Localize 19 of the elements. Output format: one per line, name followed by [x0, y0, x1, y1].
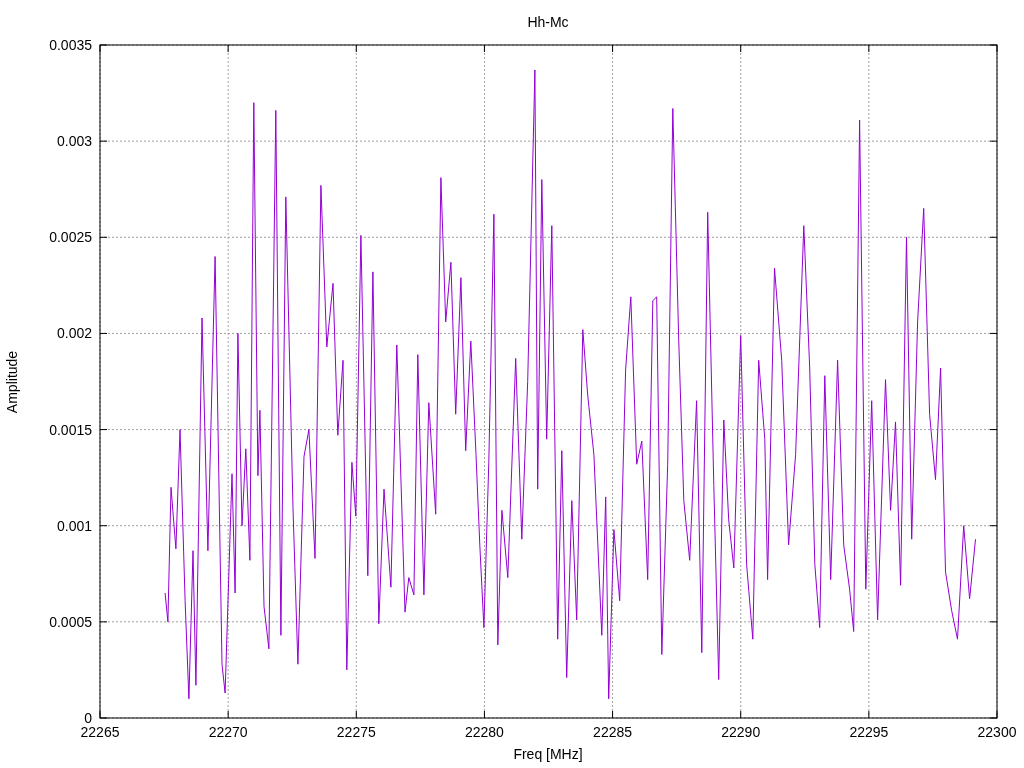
- y-axis-label: Amplitude: [4, 350, 20, 414]
- x-tick-label: 22270: [208, 724, 248, 740]
- y-tick-label: 0.001: [56, 517, 92, 534]
- x-tick-label: 22280: [464, 724, 504, 740]
- y-tick-label: 0.003: [56, 133, 92, 150]
- x-axis-label: Freq [MHz]: [513, 746, 583, 762]
- y-tick-label: 0.0005: [49, 613, 92, 630]
- x-tick-label: 22265: [80, 724, 120, 740]
- x-tick-label: 22300: [977, 724, 1017, 740]
- x-tick-label: 22275: [336, 724, 376, 740]
- y-tick-label: 0.0015: [49, 421, 92, 438]
- x-tick-label: 22290: [721, 724, 761, 740]
- y-tick-label: 0.002: [56, 325, 92, 342]
- x-tick-label: 22285: [593, 724, 633, 740]
- y-tick-label: 0.0035: [49, 37, 92, 53]
- y-tick-label: 0: [84, 710, 92, 726]
- x-tick-label: 22295: [849, 724, 889, 740]
- chart-title: Hh-Mc: [527, 14, 569, 30]
- y-tick-label: 0.0025: [49, 229, 92, 246]
